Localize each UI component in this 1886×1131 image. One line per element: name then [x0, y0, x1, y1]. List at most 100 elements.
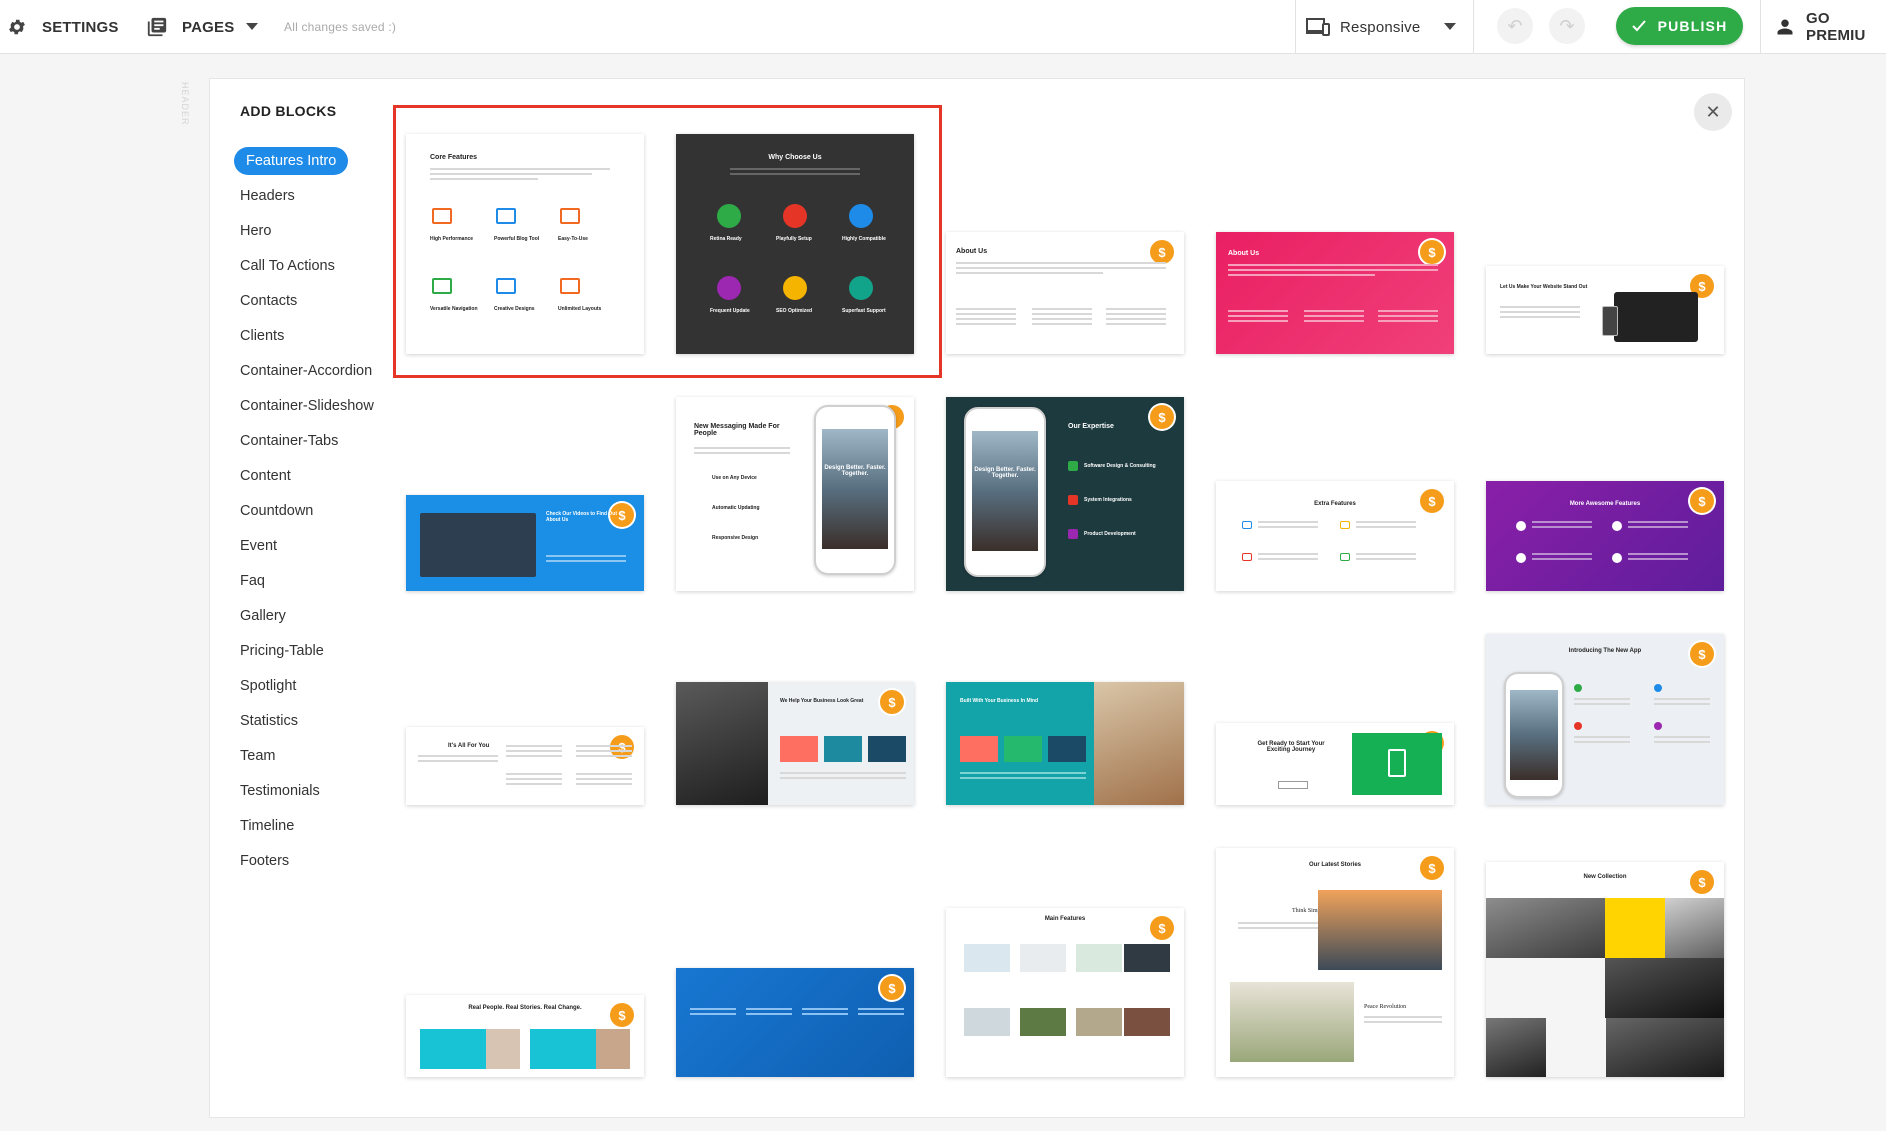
category-item[interactable]: Event	[234, 528, 384, 563]
premium-coin-icon: $	[1150, 405, 1174, 429]
thumb-item: Responsive Design	[712, 535, 759, 541]
thumb-item: Product Development	[1084, 531, 1136, 537]
thumb-text-lines	[506, 745, 562, 760]
thumb-text-lines	[1654, 736, 1710, 746]
category-item[interactable]: Container-Tabs	[234, 423, 384, 458]
category-item[interactable]: Content	[234, 458, 384, 493]
desk-photo	[1094, 682, 1184, 805]
responsive-caret[interactable]	[1444, 0, 1456, 54]
thumb-title: Let Us Make Your Website Stand Out	[1500, 284, 1588, 290]
category-item[interactable]: Container-Slideshow	[234, 388, 384, 423]
block-thumbnail-about-us-pink[interactable]: $ About Us	[1216, 232, 1454, 354]
category-item[interactable]: Testimonials	[234, 773, 384, 808]
thumb-title: We Help Your Business Look Great	[780, 698, 864, 704]
premium-coin-icon: $	[880, 976, 904, 1000]
category-item[interactable]: Contacts	[234, 283, 384, 318]
collection-card	[1546, 1018, 1606, 1077]
category-item[interactable]: Headers	[234, 178, 384, 213]
responsive-dropdown[interactable]: Responsive	[1306, 0, 1420, 54]
category-item[interactable]: Team	[234, 738, 384, 773]
block-thumbnail-main-features[interactable]: $ Main Features	[946, 908, 1184, 1077]
category-item[interactable]: Pricing-Table	[234, 633, 384, 668]
collection-photo	[1605, 958, 1724, 1018]
undo-icon: ↶	[1507, 15, 1523, 36]
category-item[interactable]: Footers	[234, 843, 384, 878]
phone-caption: Design Better. Faster. Together.	[824, 465, 886, 477]
go-premium-button[interactable]: GO PREMIU	[1776, 0, 1886, 54]
feature-image	[964, 1008, 1010, 1036]
settings-button[interactable]: SETTINGS	[6, 0, 119, 54]
feature-icon	[1516, 553, 1526, 563]
redo-button[interactable]: ↷	[1549, 8, 1585, 44]
premium-coin-icon: $	[1690, 642, 1714, 666]
screen-image	[868, 736, 906, 762]
thumb-title: About Us	[1228, 250, 1260, 257]
block-thumbnail-videos[interactable]: $ Check Our Videos to Find Out About Us	[406, 495, 644, 591]
block-thumbnail-real-people[interactable]: $ Real People. Real Stories. Real Change…	[406, 995, 644, 1077]
block-thumbnail-blue-columns[interactable]: $	[676, 968, 914, 1077]
block-thumbnail-about-us[interactable]: $ About Us	[946, 232, 1184, 354]
block-thumbnail-built-with[interactable]: $ Built With Your Business In Mind	[946, 682, 1184, 805]
thumb-text-lines	[1258, 521, 1318, 531]
feature-icon	[1654, 684, 1662, 692]
category-item[interactable]: Spotlight	[234, 668, 384, 703]
thumb-text-lines	[506, 773, 562, 788]
block-thumbnail-new-collection[interactable]: $ New Collection	[1486, 862, 1724, 1077]
caret-down-icon	[1444, 23, 1456, 31]
phone-mockup	[964, 407, 1046, 577]
thumb-text-lines	[1532, 553, 1592, 563]
undo-button[interactable]: ↶	[1497, 8, 1533, 44]
pages-icon	[146, 16, 168, 38]
publish-label: PUBLISH	[1657, 18, 1728, 34]
publish-button[interactable]: PUBLISH	[1616, 7, 1743, 45]
video-image	[420, 513, 536, 577]
screen-image	[960, 736, 998, 762]
collection-photo	[1486, 898, 1605, 958]
feature-icon	[1340, 553, 1350, 561]
category-item[interactable]: Faq	[234, 563, 384, 598]
thumb-text-lines	[1628, 521, 1688, 531]
collection-card	[1486, 958, 1605, 1018]
pages-dropdown[interactable]: PAGES	[146, 0, 259, 54]
category-item[interactable]: Hero	[234, 213, 384, 248]
block-thumbnail-extra-features[interactable]: $ Extra Features	[1216, 481, 1454, 591]
category-item[interactable]: Features Intro	[234, 143, 384, 178]
category-item[interactable]: Gallery	[234, 598, 384, 633]
block-thumbnail-awesome-features[interactable]: $ More Awesome Features	[1486, 481, 1724, 591]
save-status: All changes saved :)	[284, 20, 397, 34]
thumb-text-lines	[1628, 553, 1688, 563]
block-thumbnail-all-for-you[interactable]: $ It's All For You	[406, 727, 644, 805]
thumb-text-lines	[1228, 310, 1288, 325]
block-thumbnail-new-app[interactable]: $ Introducing The New App	[1486, 634, 1724, 805]
toolbar-divider	[1760, 0, 1761, 54]
block-thumbnail-latest-stories[interactable]: $ Our Latest Stories Think Simple Now Pe…	[1216, 848, 1454, 1077]
responsive-label: Responsive	[1340, 18, 1421, 36]
category-item[interactable]: Container-Accordion	[234, 353, 384, 388]
feature-icon	[1068, 529, 1078, 539]
category-item[interactable]: Call To Actions	[234, 248, 384, 283]
thumb-text-lines	[1532, 521, 1592, 531]
thumb-text-lines	[1238, 922, 1328, 932]
block-thumbnail-journey[interactable]: $ Get Ready to Start Your Exciting Journ…	[1216, 723, 1454, 805]
block-thumbnail-messaging[interactable]: $ New Messaging Made For People Use on A…	[676, 397, 914, 591]
category-item[interactable]: Statistics	[234, 703, 384, 738]
thumb-text-lines	[956, 262, 1166, 277]
category-item[interactable]: Countdown	[234, 493, 384, 528]
block-thumbnail-stand-out[interactable]: $ Let Us Make Your Website Stand Out	[1486, 266, 1724, 354]
feature-image	[964, 944, 1010, 972]
thumb-title: Our Expertise	[1068, 423, 1114, 430]
thumb-title: Introducing The New App	[1568, 648, 1642, 654]
feature-icon	[1654, 722, 1662, 730]
feature-icon	[1242, 521, 1252, 529]
premium-coin-icon: $	[1420, 856, 1444, 880]
category-item[interactable]: Clients	[234, 318, 384, 353]
thumb-text-lines	[1500, 306, 1580, 321]
feature-icon	[1574, 684, 1582, 692]
block-thumbnail-business[interactable]: $ We Help Your Business Look Great	[676, 682, 914, 805]
category-item[interactable]: Timeline	[234, 808, 384, 843]
collection-photo	[1606, 1018, 1724, 1077]
thumb-text-lines	[418, 755, 498, 765]
close-panel-button[interactable]: ✕	[1694, 93, 1732, 131]
feature-icon	[1612, 553, 1622, 563]
block-thumbnail-expertise[interactable]: $ Design Better. Faster. Together. Our E…	[946, 397, 1184, 591]
